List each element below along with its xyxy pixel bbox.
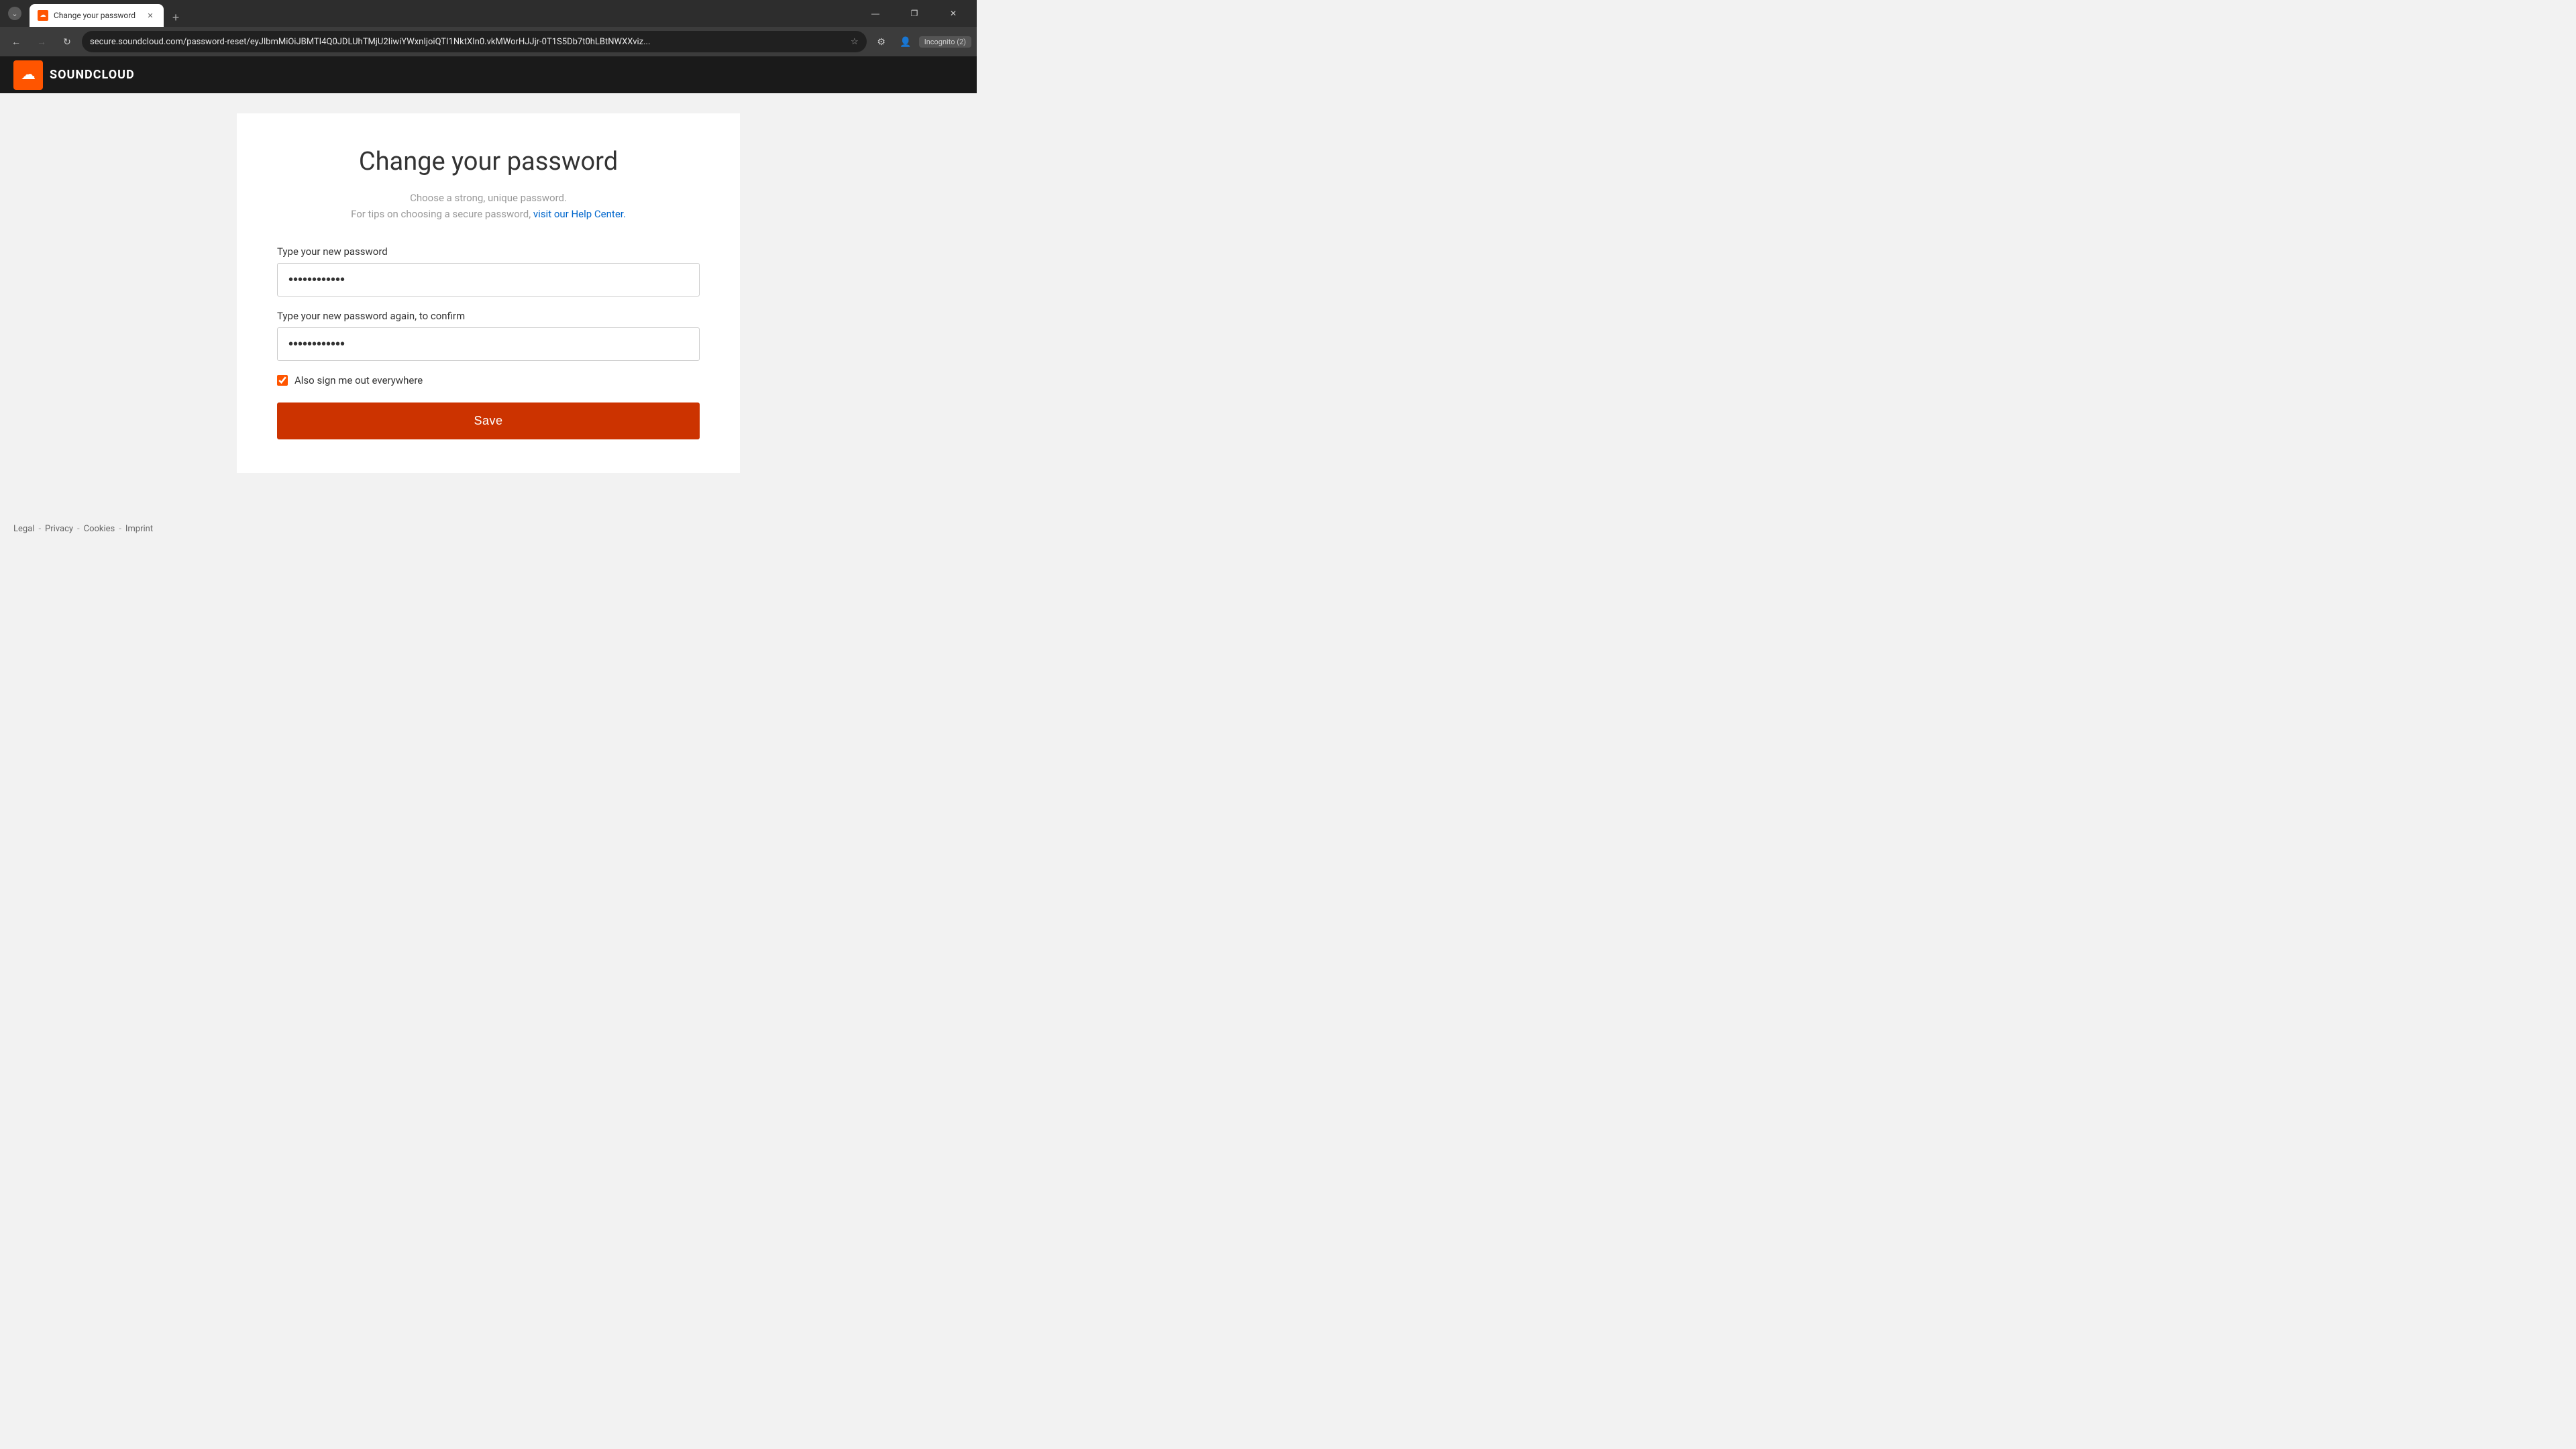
tab-title: Change your password xyxy=(54,11,140,20)
page-subtitle: Choose a strong, unique password. For ti… xyxy=(277,190,700,222)
refresh-button[interactable]: ↻ xyxy=(56,31,78,52)
page-content: ☁ SOUNDCLOUD Change your password Choose… xyxy=(0,56,977,547)
soundcloud-header: ☁ SOUNDCLOUD xyxy=(0,56,977,93)
form-card: Change your password Choose a strong, un… xyxy=(237,113,740,473)
browser-toolbar: ← → ↻ secure.soundcloud.com/password-res… xyxy=(0,27,977,56)
tab-close-button[interactable]: ✕ xyxy=(145,10,156,21)
help-center-link[interactable]: visit our Help Center. xyxy=(533,208,626,220)
maximize-button[interactable]: ❐ xyxy=(899,3,930,24)
footer-links: Legal - Privacy - Cookies - Imprint xyxy=(13,524,153,534)
tab-favicon: ☁ xyxy=(38,10,48,21)
signout-checkbox-row: Also sign me out everywhere xyxy=(277,374,700,386)
confirm-password-label: Type your new password again, to confirm xyxy=(277,310,700,322)
signout-checkbox[interactable] xyxy=(277,375,288,386)
save-button[interactable]: Save xyxy=(277,402,700,439)
footer-sep-1: - xyxy=(38,524,41,534)
active-tab[interactable]: ☁ Change your password ✕ xyxy=(30,4,164,27)
page-footer: Legal - Privacy - Cookies - Imprint xyxy=(0,511,977,547)
subtitle-line2: For tips on choosing a secure password, xyxy=(351,208,531,220)
footer-imprint-link[interactable]: Imprint xyxy=(125,524,153,534)
soundcloud-logo-text: SOUNDCLOUD xyxy=(50,68,135,82)
address-icons: ☆ xyxy=(851,37,859,47)
address-text: secure.soundcloud.com/password-reset/eyJ… xyxy=(90,37,845,47)
new-tab-button[interactable]: + xyxy=(166,8,185,27)
address-bar[interactable]: secure.soundcloud.com/password-reset/eyJ… xyxy=(82,31,867,52)
subtitle-line1: Choose a strong, unique password. xyxy=(410,192,567,204)
extensions-button[interactable]: ⚙ xyxy=(871,31,892,52)
tab-list-button[interactable]: ⌄ xyxy=(8,7,21,20)
main-area: Change your password Choose a strong, un… xyxy=(0,93,977,547)
profile-button[interactable]: 👤 xyxy=(895,31,916,52)
footer-privacy-link[interactable]: Privacy xyxy=(45,524,73,534)
window-controls: — ❐ ✕ xyxy=(860,3,971,24)
cloud-icon: ☁ xyxy=(21,66,36,83)
footer-cookies-link[interactable]: Cookies xyxy=(84,524,115,534)
new-password-label: Type your new password xyxy=(277,246,700,258)
confirm-password-input[interactable] xyxy=(277,327,700,361)
signout-checkbox-label[interactable]: Also sign me out everywhere xyxy=(294,374,423,386)
soundcloud-logo: ☁ SOUNDCLOUD xyxy=(13,60,135,90)
toolbar-extras: ⚙ 👤 Incognito (2) xyxy=(871,31,971,52)
forward-button[interactable]: → xyxy=(31,31,52,52)
browser-chrome: ⌄ ☁ Change your password ✕ + — ❐ ✕ ← → ↻… xyxy=(0,0,977,56)
footer-legal-link[interactable]: Legal xyxy=(13,524,34,534)
soundcloud-favicon-icon: ☁ xyxy=(40,12,46,19)
minimize-button[interactable]: — xyxy=(860,3,891,24)
bookmark-icon[interactable]: ☆ xyxy=(851,37,859,47)
browser-titlebar: ⌄ ☁ Change your password ✕ + — ❐ ✕ xyxy=(0,0,977,27)
tab-strip: ☁ Change your password ✕ + xyxy=(30,0,185,27)
footer-sep-3: - xyxy=(119,524,121,534)
new-password-input[interactable] xyxy=(277,263,700,297)
soundcloud-logo-icon: ☁ xyxy=(13,60,43,90)
page-title: Change your password xyxy=(277,147,700,176)
incognito-badge: Incognito (2) xyxy=(919,36,971,48)
tab-navigation: ⌄ xyxy=(5,7,24,20)
footer-sep-2: - xyxy=(77,524,80,534)
close-button[interactable]: ✕ xyxy=(938,3,969,24)
back-button[interactable]: ← xyxy=(5,31,27,52)
